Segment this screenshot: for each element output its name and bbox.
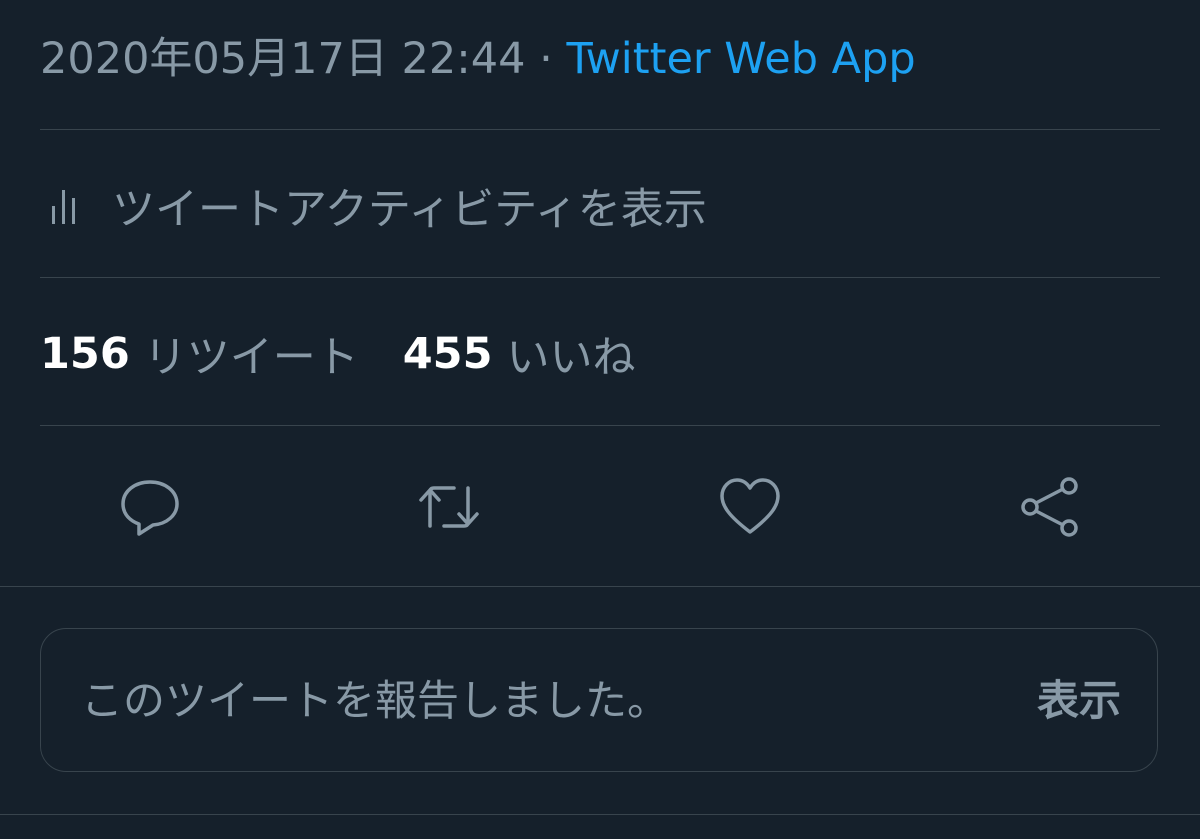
tweet-source-link[interactable]: Twitter Web App [566,34,915,84]
reported-message: このツイートを報告しました。 [81,676,670,725]
divider [40,425,1160,426]
heart-icon [720,478,780,534]
tweet-detail-panel: 2020年05月17日 22:44 · Twitter Web App ツイート… [0,0,1200,839]
share-button[interactable] [1019,476,1081,538]
reply-button[interactable] [119,476,181,538]
retweets-count: 156 [40,329,130,379]
bar-chart-icon [52,190,75,224]
tweet-activity-label: ツイートアクティビティを表示 [112,185,707,235]
like-button[interactable] [719,476,781,538]
reply-icon [121,480,179,536]
divider [40,277,1160,278]
likes-label: いいね [506,333,636,383]
retweets-label: リツイート [143,333,359,383]
divider [0,814,1200,815]
tweet-meta: 2020年05月17日 22:44 · Twitter Web App [40,30,916,88]
retweets-stat[interactable]: 156 リツイート [40,323,359,385]
tweet-activity-link[interactable]: ツイートアクティビティを表示 [40,176,707,236]
divider [40,129,1160,130]
likes-count: 455 [402,329,493,379]
meta-separator: · [525,34,567,84]
divider [0,586,1200,587]
tweet-datetime[interactable]: 2020年05月17日 22:44 [40,34,525,84]
retweet-button[interactable] [418,476,480,538]
retweet-icon [419,486,479,528]
likes-stat[interactable]: 455 いいね [403,323,636,385]
show-tweet-button[interactable]: 表示 [1037,673,1121,729]
reported-tweet-notice: このツイートを報告しました。 表示 [40,628,1158,772]
share-icon [1021,477,1078,537]
tweet-stats: 156 リツイート 455 いいね [40,324,636,384]
